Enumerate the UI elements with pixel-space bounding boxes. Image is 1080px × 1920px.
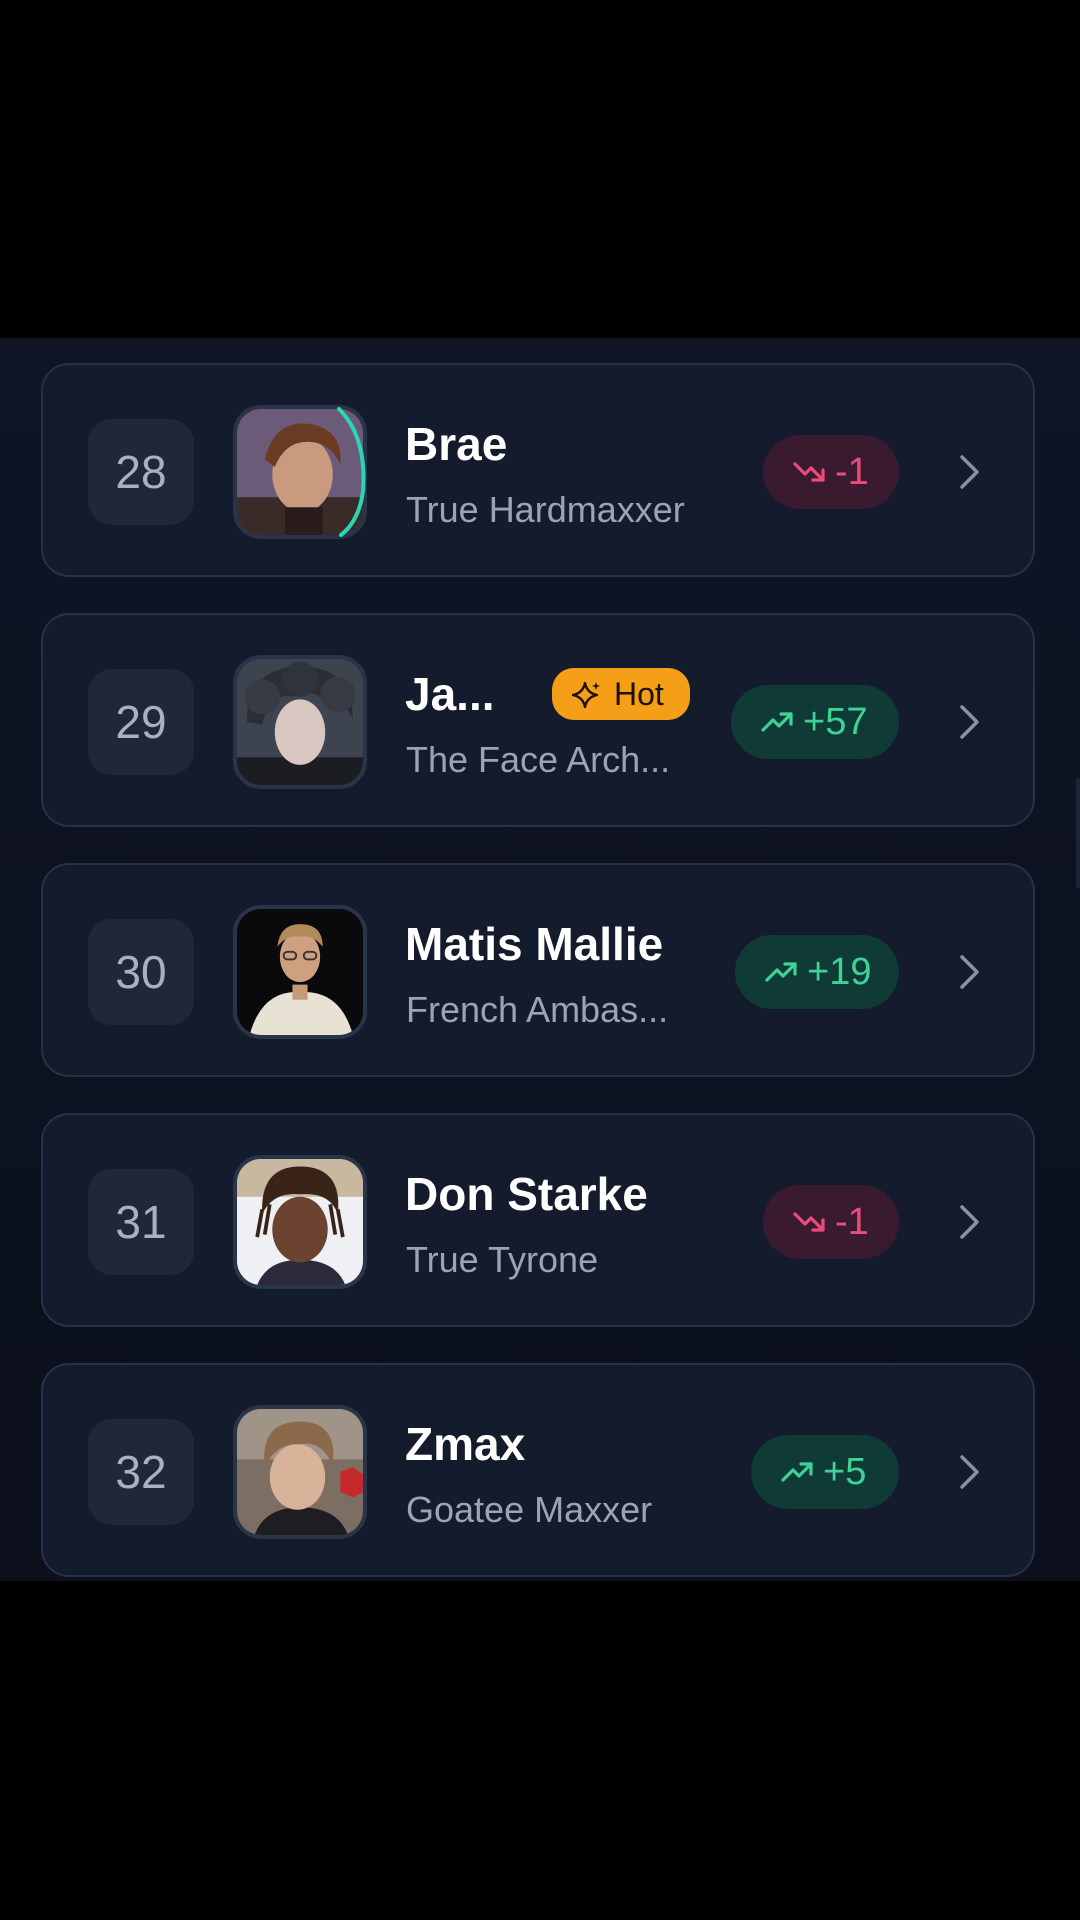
leaderboard-row[interactable]: 29 Ja... Hot The Face Arch... +57: [41, 613, 1035, 827]
rank-number: 30: [88, 919, 194, 1025]
avatar-image: [237, 1409, 363, 1535]
chevron-right-icon: [960, 705, 979, 739]
user-title: Goatee Maxxer: [406, 1489, 653, 1530]
leaderboard-screen: 28 Brae True Hardmaxxer -1 29 Ja... Hot …: [0, 338, 1080, 1581]
rank-change-value: -1: [835, 1201, 869, 1243]
user-title: True Tyrone: [406, 1239, 599, 1280]
rank-number: 32: [88, 1419, 194, 1525]
trend-up-icon: [765, 962, 797, 982]
scrollbar[interactable]: [1076, 778, 1080, 888]
trend-up-icon: [761, 712, 793, 732]
avatar-image: [237, 659, 363, 785]
user-name: Matis Mallie: [405, 918, 664, 970]
rank-number: 28: [88, 419, 194, 525]
user-name: Brae: [405, 418, 508, 470]
rank-change-value: +19: [807, 951, 872, 993]
rank-change-badge: +5: [751, 1435, 899, 1509]
trend-down-icon: [793, 1212, 825, 1232]
rank-change-badge: +57: [731, 685, 899, 759]
chevron-right-icon: [960, 1455, 979, 1489]
avatar-image: [237, 409, 363, 535]
chevron-right-icon: [960, 1205, 979, 1239]
leaderboard-row[interactable]: 28 Brae True Hardmaxxer -1: [41, 363, 1035, 577]
rank-number: 29: [88, 669, 194, 775]
user-name: Don Starke: [405, 1168, 648, 1220]
user-name: Zmax: [405, 1418, 526, 1470]
user-name: Ja...: [405, 668, 495, 720]
avatar: [233, 1155, 367, 1289]
user-title: French Ambas...: [406, 989, 669, 1030]
leaderboard-row[interactable]: 32 Zmax Goatee Maxxer +5: [41, 1363, 1035, 1577]
trend-up-icon: [781, 1462, 813, 1482]
rank-change-value: +57: [803, 701, 868, 743]
sparkle-icon: [572, 681, 600, 709]
avatar: [233, 1405, 367, 1539]
trend-down-icon: [793, 462, 825, 482]
avatar-image: [237, 1159, 363, 1285]
rank-change-badge: +19: [735, 935, 899, 1009]
rank-number: 31: [88, 1169, 194, 1275]
hot-badge: Hot: [552, 668, 690, 720]
chevron-right-icon: [960, 955, 979, 989]
avatar-image: [237, 909, 363, 1035]
rank-change-value: +5: [823, 1451, 867, 1493]
user-title: True Hardmaxxer: [406, 489, 685, 530]
chevron-right-icon: [960, 455, 979, 489]
rank-change-badge: -1: [763, 1185, 899, 1259]
avatar: [233, 405, 367, 539]
rank-change-badge: -1: [763, 435, 899, 509]
leaderboard-row[interactable]: 31 Don Starke True Tyrone -1: [41, 1113, 1035, 1327]
rank-change-value: -1: [835, 451, 869, 493]
user-title: The Face Arch...: [406, 739, 671, 780]
avatar: [233, 905, 367, 1039]
leaderboard-row[interactable]: 30 Matis Mallie French Ambas... +19: [41, 863, 1035, 1077]
hot-badge-label: Hot: [614, 676, 664, 712]
avatar: [233, 655, 367, 789]
